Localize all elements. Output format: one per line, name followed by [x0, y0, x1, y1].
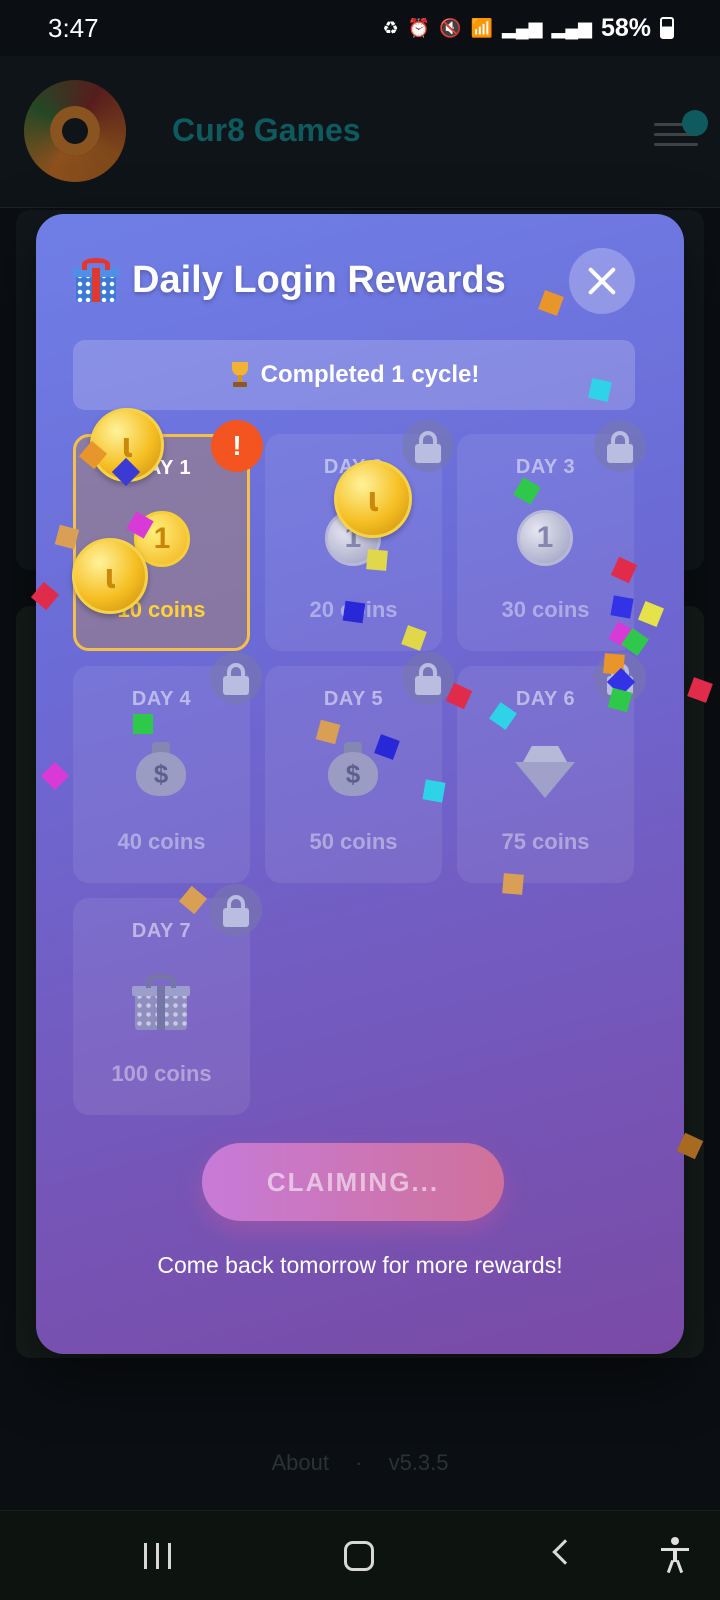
- lock-icon: [594, 420, 646, 472]
- status-icons: ♻ ⏰ 🔇 📶 ▂▄▆ ▂▄▆ 58%: [383, 14, 674, 43]
- coin-icon: 1: [517, 510, 573, 566]
- footer-note: Come back tomorrow for more rewards!: [157, 1252, 563, 1278]
- home-icon[interactable]: [344, 1541, 374, 1571]
- mute-icon: 🔇: [439, 17, 462, 38]
- accessibility-icon[interactable]: [660, 1537, 690, 1574]
- confetti-piece: [133, 714, 153, 734]
- diamond-icon: [515, 746, 575, 798]
- app-footer: About · v5.3.5: [0, 1450, 720, 1476]
- confetti-piece: [366, 549, 388, 571]
- lock-icon: [210, 884, 262, 936]
- battery-percent: 58%: [600, 13, 651, 42]
- recents-icon[interactable]: [142, 1543, 174, 1569]
- status-time: 3:47: [48, 12, 99, 43]
- gift-box-icon: [132, 974, 190, 1032]
- lock-icon: [210, 652, 262, 704]
- confetti-piece: [422, 779, 446, 803]
- flying-coin-icon: ɩ: [72, 538, 148, 614]
- flying-coin-icon: ɩ: [334, 460, 412, 538]
- system-nav-bar: [0, 1510, 720, 1600]
- cycle-banner: Completed 1 cycle!: [73, 340, 635, 410]
- day-reward: 100 coins: [111, 1061, 212, 1086]
- money-bag-icon: $: [326, 738, 380, 798]
- footer-separator: ·: [355, 1450, 363, 1475]
- app-logo[interactable]: [24, 80, 126, 182]
- claim-button[interactable]: CLAIMING...: [202, 1143, 504, 1221]
- gift-icon: [72, 258, 120, 302]
- confetti-piece: [588, 378, 612, 402]
- lock-icon: [402, 420, 454, 472]
- lock-icon: [402, 652, 454, 704]
- day-reward: 40 coins: [117, 829, 206, 854]
- version-label: v5.3.5: [388, 1450, 449, 1475]
- signal-icon: ▂▄▆: [502, 17, 543, 38]
- app-header: Cur8 Games: [0, 56, 720, 208]
- cycle-banner-text: Completed 1 cycle!: [260, 361, 480, 388]
- money-bag-icon: $: [134, 738, 188, 798]
- modal-title: Daily Login Rewards: [132, 258, 506, 301]
- alarm-icon: ⏰: [407, 17, 431, 38]
- modal-header: Daily Login Rewards: [72, 258, 506, 302]
- confetti-piece: [610, 595, 634, 619]
- day-reward: 75 coins: [501, 829, 590, 854]
- confetti-piece: [342, 600, 366, 624]
- day-reward: 30 coins: [501, 597, 590, 622]
- battery-icon: [660, 17, 674, 39]
- about-link[interactable]: About: [271, 1450, 329, 1475]
- back-icon[interactable]: [552, 1539, 578, 1565]
- notification-dot: [682, 110, 708, 136]
- daily-rewards-modal: Daily Login Rewards Completed 1 cycle! D…: [36, 214, 684, 1354]
- status-bar: 3:47 ♻ ⏰ 🔇 📶 ▂▄▆ ▂▄▆ 58%: [0, 0, 720, 56]
- recycle-icon: ♻: [382, 17, 399, 38]
- wifi-icon: 📶: [470, 17, 494, 38]
- close-icon[interactable]: [569, 248, 635, 314]
- confetti-piece: [502, 873, 524, 895]
- alert-badge: !: [211, 420, 263, 472]
- trophy-icon: [229, 362, 251, 388]
- signal-icon: ▂▄▆: [551, 17, 592, 38]
- day-reward: 50 coins: [309, 829, 398, 854]
- app-title: Cur8 Games: [172, 112, 361, 148]
